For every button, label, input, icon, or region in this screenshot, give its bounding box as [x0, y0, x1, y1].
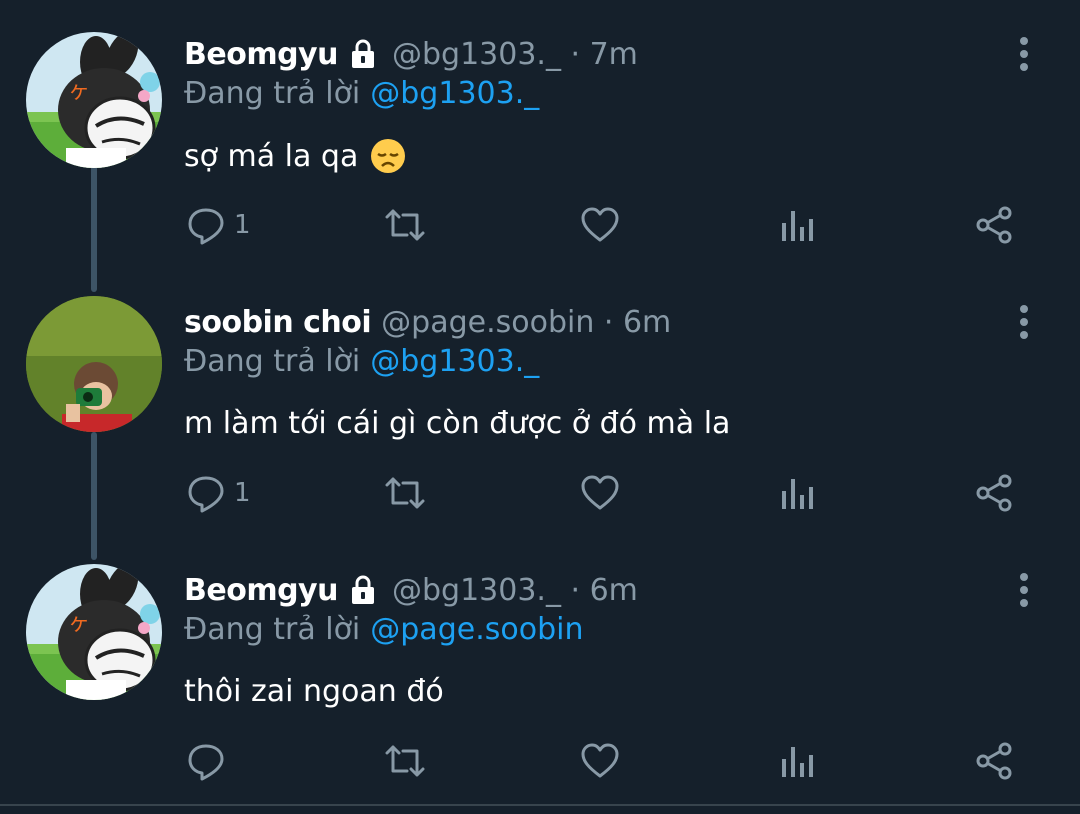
replying-prefix: Đang trả lời	[184, 612, 361, 647]
tweet-text-body: sợ má la qa	[184, 138, 359, 174]
tweet-header: Beomgyu @bg1303._ · 6m	[184, 568, 638, 612]
tweet-actions: 1	[0, 468, 1080, 518]
divider	[0, 804, 1080, 806]
svg-text:ヶ: ヶ	[68, 79, 90, 104]
reply-icon	[188, 476, 224, 513]
avatar[interactable]: ヶ	[26, 32, 162, 168]
retweet-button[interactable]	[383, 468, 427, 518]
reply-button[interactable]	[186, 736, 226, 786]
reply-count: 1	[234, 210, 251, 240]
avatar[interactable]	[26, 296, 162, 432]
retweet-button[interactable]	[383, 200, 427, 250]
tweet[interactable]: soobin choi @page.soobin · 6m Đang trả l…	[0, 296, 1080, 568]
display-name[interactable]: Beomgyu	[184, 37, 338, 72]
display-name[interactable]: Beomgyu	[184, 573, 338, 608]
analytics-icon	[782, 211, 813, 241]
tweet-text: m làm tới cái gì còn được ở đó mà la	[184, 406, 730, 441]
share-button[interactable]	[974, 468, 1014, 518]
share-icon	[976, 206, 1012, 244]
analytics-icon	[782, 747, 813, 777]
lock-icon	[348, 38, 378, 70]
tweet-actions	[0, 736, 1080, 786]
analytics-icon	[782, 479, 813, 509]
tweet-text: sợ má la qa	[184, 138, 406, 174]
analytics-button[interactable]	[779, 736, 815, 786]
replying-prefix: Đang trả lời	[184, 76, 361, 111]
more-vertical-icon[interactable]	[1014, 302, 1034, 342]
tweet-text-body: thôi zai ngoan đó	[184, 674, 444, 709]
analytics-button[interactable]	[779, 468, 815, 518]
tweet-thread: ヶ Beomgyu @bg1303._ · 7m Đang trả lời @b…	[0, 0, 1080, 814]
share-icon	[976, 742, 1012, 780]
more-vertical-icon[interactable]	[1014, 570, 1034, 610]
replying-to: Đang trả lời @bg1303._	[184, 76, 539, 111]
mention-link[interactable]: @bg1303._	[370, 76, 539, 111]
replying-to: Đang trả lời @page.soobin	[184, 612, 583, 647]
share-icon	[976, 474, 1012, 512]
tweet-text-body: m làm tới cái gì còn được ở đó mà la	[184, 406, 731, 441]
reply-icon	[188, 208, 224, 245]
display-name[interactable]: soobin choi	[184, 305, 372, 340]
tweet[interactable]: ヶ Beomgyu @bg1303._ · 6m Đang trả lời @p…	[0, 564, 1080, 814]
mention-link[interactable]: @page.soobin	[370, 612, 583, 647]
handle-and-time: @bg1303._ · 7m	[391, 36, 638, 72]
retweet-icon	[385, 209, 425, 241]
analytics-button[interactable]	[779, 200, 815, 250]
heart-icon	[581, 475, 619, 510]
tweet-text: thôi zai ngoan đó	[184, 674, 444, 709]
reply-icon	[188, 744, 224, 781]
mention-link[interactable]: @bg1303._	[370, 344, 539, 379]
svg-text:ヶ: ヶ	[68, 611, 90, 636]
retweet-icon	[385, 745, 425, 777]
tweet-header: Beomgyu @bg1303._ · 7m	[184, 32, 638, 76]
replying-prefix: Đang trả lời	[184, 344, 361, 379]
handle-and-time: @bg1303._ · 6m	[391, 572, 638, 608]
share-button[interactable]	[974, 200, 1014, 250]
tweet[interactable]: ヶ Beomgyu @bg1303._ · 7m Đang trả lời @b…	[0, 32, 1080, 300]
tweet-header: soobin choi @page.soobin · 6m	[184, 300, 671, 344]
retweet-icon	[385, 477, 425, 509]
cartoon-rabbit-avatar: ヶ	[26, 32, 162, 168]
share-button[interactable]	[974, 736, 1014, 786]
replying-to: Đang trả lời @bg1303._	[184, 344, 539, 379]
handle-and-time: @page.soobin · 6m	[381, 304, 672, 340]
cartoon-rabbit-avatar: ヶ	[26, 564, 162, 700]
disappointed-face-emoji	[370, 138, 406, 174]
like-button[interactable]	[580, 468, 620, 518]
retweet-button[interactable]	[383, 736, 427, 786]
heart-icon	[581, 743, 619, 778]
lock-icon	[348, 574, 378, 606]
reply-button[interactable]: 1	[186, 200, 251, 250]
grass-photo-avatar	[26, 296, 162, 432]
like-button[interactable]	[580, 200, 620, 250]
heart-icon	[581, 207, 619, 242]
tweet-actions: 1	[0, 200, 1080, 250]
reply-count: 1	[234, 478, 251, 508]
reply-button[interactable]: 1	[186, 468, 251, 518]
like-button[interactable]	[580, 736, 620, 786]
more-vertical-icon[interactable]	[1014, 34, 1034, 74]
avatar[interactable]: ヶ	[26, 564, 162, 700]
